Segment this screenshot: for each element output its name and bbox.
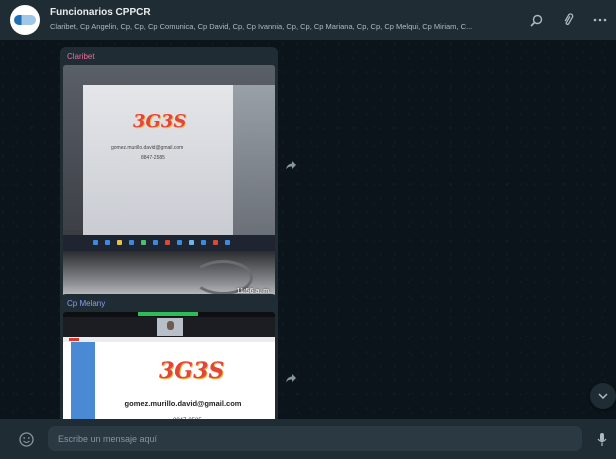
group-members: Claribet, Cp Angelin, Cp, Cp, Cp Comunic… [50, 22, 473, 31]
forward-icon[interactable] [284, 158, 298, 172]
taskbar-icon [141, 240, 146, 245]
message-bubble[interactable]: Claribet 3G3S gomez.murillo.david@gmail.… [60, 47, 278, 301]
slide-email: gomez.murillo.david@gmail.com [111, 145, 184, 151]
paperclip-icon[interactable] [561, 12, 577, 28]
chevron-down-icon [598, 393, 608, 399]
taskbar-icon [165, 240, 170, 245]
image-attachment[interactable]: 3G3S gomez.murillo.david@gmail.com 8847-… [63, 312, 275, 419]
group-avatar[interactable] [10, 5, 40, 35]
scroll-down-button[interactable] [590, 383, 616, 409]
slide-email: gomez.murillo.david@gmail.com [124, 399, 242, 408]
emoji-icon[interactable] [18, 431, 34, 447]
screenshot-share-bar [138, 312, 198, 316]
chat-area[interactable]: Claribet 3G3S gomez.murillo.david@gmail.… [0, 40, 616, 419]
chat-header[interactable]: Funcionarios CPPCR Claribet, Cp Angelin,… [0, 0, 616, 40]
image-attachment[interactable]: 3G3S gomez.murillo.david@gmail.com 8847-… [63, 65, 275, 298]
screenshot-slide-sidebar [71, 342, 95, 419]
taskbar-icon [201, 240, 206, 245]
message-bubble[interactable]: Cp Melany 3G3S gomez.murillo.david@gmail… [60, 294, 278, 419]
header-info[interactable]: Funcionarios CPPCR Claribet, Cp Angelin,… [50, 6, 520, 32]
taskbar-icon [117, 240, 122, 245]
slide-logo: 3G3S [159, 358, 225, 384]
slide-logo: 3G3S [133, 111, 187, 132]
composer-bar [0, 419, 616, 459]
message-sender: Cp Melany [67, 299, 106, 308]
screenshot-camera-person [167, 321, 174, 330]
slide-phone: 8847-2585 [141, 155, 165, 161]
photo-window-edge [233, 85, 275, 235]
forward-icon[interactable] [284, 371, 298, 385]
more-options-icon[interactable] [592, 12, 608, 28]
taskbar-icon [213, 240, 218, 245]
microphone-icon[interactable] [594, 430, 610, 448]
message-sender: Claribet [67, 52, 95, 61]
group-title: Funcionarios CPPCR [50, 7, 151, 18]
group-logo-icon [14, 15, 36, 25]
taskbar-icon [225, 240, 230, 245]
taskbar-icon [189, 240, 194, 245]
taskbar-icon [177, 240, 182, 245]
taskbar-icon [153, 240, 158, 245]
message-input[interactable] [48, 426, 582, 451]
screenshot-red-tab [69, 338, 79, 341]
taskbar-icon [105, 240, 110, 245]
taskbar-icon [93, 240, 98, 245]
taskbar-icon [129, 240, 134, 245]
search-icon[interactable] [528, 12, 544, 28]
